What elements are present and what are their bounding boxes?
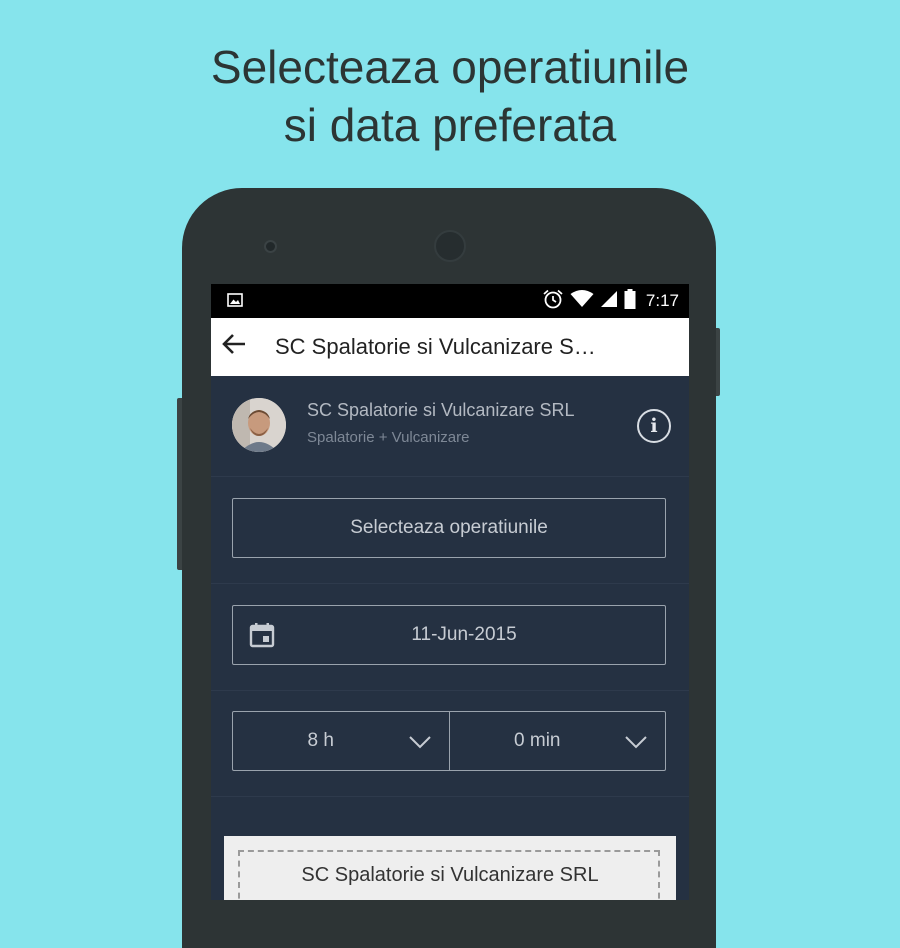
- select-operations-button[interactable]: Selecteaza operatiunile: [232, 498, 666, 558]
- company-header: SC Spalatorie si Vulcanizare SRL Spalato…: [211, 376, 689, 477]
- battery-icon: [624, 288, 636, 314]
- status-bar: 7:17: [211, 284, 689, 318]
- phone-screen: 7:17 SC Spalatorie si Vulcanizare S… SC …: [211, 284, 689, 900]
- chevron-down-icon: [625, 733, 647, 755]
- phone-sensor: [264, 240, 277, 253]
- back-button[interactable]: [219, 331, 249, 361]
- company-name: SC Spalatorie si Vulcanizare SRL: [307, 400, 575, 420]
- chevron-down-icon: [408, 733, 431, 755]
- company-category: Spalatorie + Vulcanizare: [307, 429, 470, 446]
- phone-camera: [434, 230, 466, 262]
- info-icon: i: [650, 415, 658, 437]
- status-time: 7:17: [645, 291, 679, 310]
- operations-section: Selecteaza operatiunile: [211, 477, 689, 584]
- avatar: [232, 398, 286, 452]
- status-icons: 7:17: [542, 288, 679, 314]
- wifi-icon: [570, 289, 594, 313]
- image-notification-icon: [227, 293, 243, 312]
- signal-icon: [600, 290, 618, 313]
- hour-select[interactable]: 8 h: [233, 712, 449, 770]
- headline-line-2: si data preferata: [283, 99, 617, 151]
- time-section: 8 h 0 min: [211, 690, 689, 797]
- date-value: 11-Jun-2015: [411, 624, 517, 645]
- arrow-back-icon: [222, 333, 246, 360]
- headline: Selecteaza operatiunile si data preferat…: [0, 38, 900, 154]
- date-picker-field[interactable]: 11-Jun-2015: [232, 605, 666, 665]
- app-bar: SC Spalatorie si Vulcanizare S…: [211, 318, 689, 376]
- time-picker: 8 h 0 min: [232, 711, 666, 771]
- minute-select[interactable]: 0 min: [448, 712, 666, 770]
- info-button[interactable]: i: [637, 409, 671, 443]
- app-bar-title: SC Spalatorie si Vulcanizare S…: [275, 334, 596, 359]
- company-card[interactable]: SC Spalatorie si Vulcanizare SRL: [224, 836, 676, 900]
- alarm-icon: [542, 289, 564, 314]
- headline-line-1: Selecteaza operatiunile: [210, 41, 690, 93]
- date-section: 11-Jun-2015: [211, 584, 689, 691]
- card-company-name: SC Spalatorie si Vulcanizare SRL: [301, 864, 599, 886]
